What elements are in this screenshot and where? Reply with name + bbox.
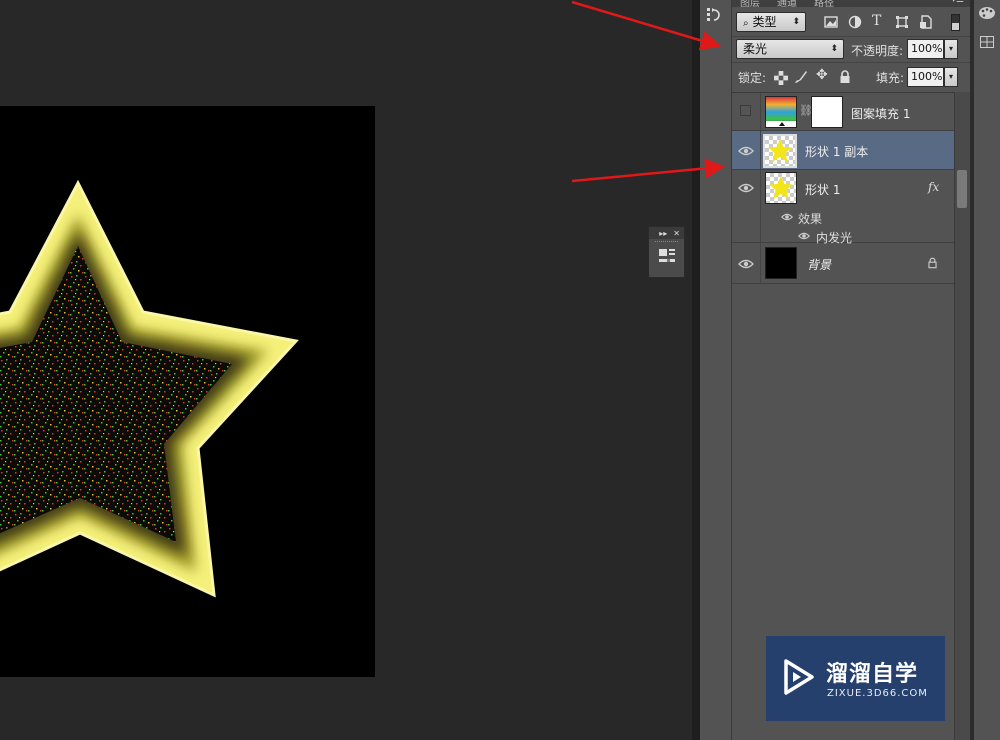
updown-icon: ⬍: [792, 17, 800, 27]
fill-input[interactable]: 100%: [907, 67, 944, 87]
opacity-input[interactable]: 100%: [907, 39, 944, 59]
blend-mode-value: 柔光: [743, 42, 768, 56]
play-logo-icon: [784, 659, 814, 695]
layer-kind-filter[interactable]: ⌕ 类型 ⬍: [736, 12, 806, 32]
visibility-toggle-off[interactable]: [740, 105, 751, 116]
fill-label: 填充:: [876, 71, 905, 85]
panel-tab-strip: 图层 通道 路径 ▾☰: [732, 0, 970, 7]
effects-label: 效果: [798, 212, 823, 226]
layers-scrollbar[interactable]: [954, 92, 970, 740]
layers-panel: 图层 通道 路径 ▾☰ ⌕ 类型 ⬍ T 柔光 ⬍ 不透明度: 100% ▾ 锁…: [732, 0, 970, 740]
blend-row: 柔光 ⬍ 不透明度: 100% ▾: [732, 36, 970, 62]
updown-icon: ⬍: [830, 44, 838, 54]
layer-name: 背景: [807, 258, 832, 272]
layer-row-pattern-fill[interactable]: ⛓ 图案填充 1: [732, 93, 954, 131]
inner-glow-eye-icon[interactable]: [798, 230, 810, 242]
opacity-label: 不透明度:: [851, 44, 904, 58]
layer-mask-thumbnail[interactable]: [811, 96, 843, 128]
blend-mode-select[interactable]: 柔光 ⬍: [736, 39, 844, 59]
layer-row-background[interactable]: 背景: [732, 243, 954, 284]
eye-icon[interactable]: [738, 180, 754, 196]
layer-row-shape-1-copy[interactable]: 形状 1 副本: [732, 131, 954, 170]
layer-thumbnail: [765, 172, 797, 204]
close-panel-icon[interactable]: ✕: [673, 229, 680, 238]
watermark-title: 溜溜自学: [826, 662, 919, 687]
panel-grip[interactable]: [655, 241, 678, 245]
layer-name: 图案填充 1: [851, 107, 911, 121]
opacity-dropdown-button[interactable]: ▾: [944, 39, 958, 59]
shape-filter-icon[interactable]: [895, 15, 909, 29]
layer-thumbnail: [765, 96, 797, 128]
effects-eye-icon[interactable]: [781, 211, 793, 223]
eye-icon[interactable]: [738, 256, 754, 272]
lock-row: 锁定: ✥ 填充: 100% ▾: [732, 62, 970, 90]
eye-icon[interactable]: [738, 143, 754, 159]
kind-filter-label: 类型: [752, 15, 777, 29]
image-filter-icon[interactable]: [824, 15, 838, 29]
layer-thumbnail: [763, 134, 797, 168]
star-artwork: [0, 179, 299, 598]
lock-label: 锁定:: [738, 71, 767, 85]
smart-object-filter-icon[interactable]: [919, 15, 933, 29]
right-icon-strip: [974, 0, 1000, 740]
layer-filter-row: ⌕ 类型 ⬍ T: [732, 8, 970, 36]
adjustment-filter-icon[interactable]: [848, 15, 862, 29]
palette-icon[interactable]: [978, 6, 996, 20]
lock-transparent-pixels-icon[interactable]: [774, 71, 788, 85]
document-canvas[interactable]: [0, 106, 375, 677]
collapsed-panel-strip: [700, 0, 732, 740]
watermark-url: ZIXUE.3D66.COM: [827, 688, 928, 699]
tab-channels[interactable]: 通道: [777, 0, 797, 7]
lock-image-pixels-icon[interactable]: [794, 70, 808, 84]
fx-icon[interactable]: fx: [928, 180, 939, 194]
lock-position-icon[interactable]: ✥: [816, 67, 830, 83]
scrollbar-thumb[interactable]: [957, 170, 967, 208]
grid-panel-icon[interactable]: [980, 36, 994, 48]
canvas-workspace[interactable]: [0, 0, 692, 740]
lock-all-icon[interactable]: [838, 70, 852, 84]
search-icon: ⌕: [743, 18, 749, 29]
tab-layers[interactable]: 图层: [740, 0, 760, 7]
floating-panel[interactable]: ▸▸ ✕: [648, 226, 685, 278]
properties-panel-icon[interactable]: [649, 247, 684, 265]
filter-toggle-icon[interactable]: [951, 14, 960, 31]
layer-thumbnail: [765, 247, 797, 279]
dock-separator: [692, 0, 700, 740]
layer-name: 形状 1: [805, 183, 841, 197]
type-filter-icon[interactable]: T: [872, 13, 886, 29]
history-panel-icon[interactable]: [706, 6, 724, 27]
tab-paths[interactable]: 路径: [814, 0, 834, 7]
expand-panel-icon[interactable]: ▸▸: [659, 229, 667, 238]
panel-menu-icon[interactable]: ▾☰: [951, 0, 964, 5]
layer-row-shape-1[interactable]: 形状 1 fx 效果 内发光: [732, 170, 954, 245]
fill-dropdown-button[interactable]: ▾: [944, 67, 958, 87]
layer-name: 形状 1 副本: [805, 145, 869, 159]
watermark-logo: 溜溜自学 ZIXUE.3D66.COM: [766, 636, 945, 721]
lock-icon: [928, 257, 937, 269]
